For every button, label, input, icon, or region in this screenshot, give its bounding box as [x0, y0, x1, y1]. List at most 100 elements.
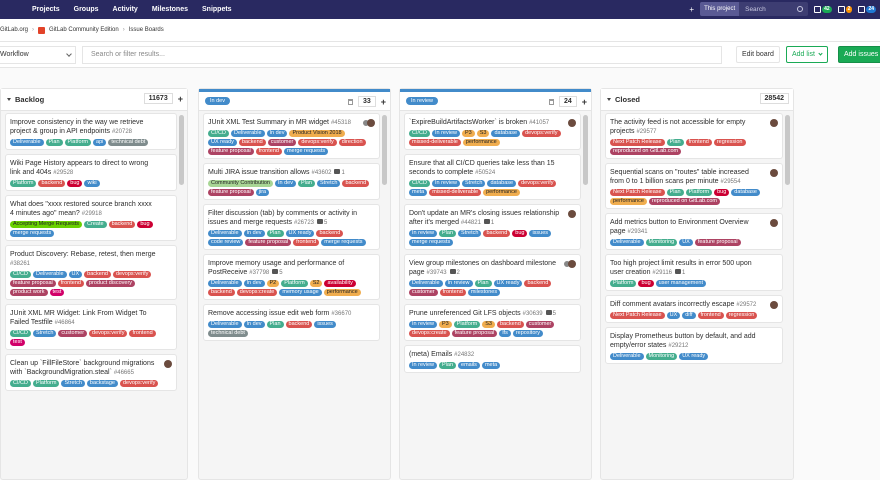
issue-label[interactable]: product discovery: [85, 280, 136, 287]
issue-label[interactable]: backend: [208, 289, 235, 296]
issue-label[interactable]: backend: [342, 180, 370, 187]
issue-label[interactable]: Plan: [266, 321, 284, 328]
issue-card[interactable]: Don't update an MR's closing issues rela…: [404, 204, 581, 250]
issue-label[interactable]: Stretch: [458, 230, 482, 237]
edit-board-button[interactable]: Edit board: [736, 46, 780, 63]
new-plus-icon[interactable]: +: [689, 5, 694, 14]
breadcrumb-group[interactable]: GitLab.org: [0, 27, 28, 33]
issue-label[interactable]: Next Patch Release: [610, 139, 665, 146]
issue-label[interactable]: backend: [108, 221, 136, 228]
card-title[interactable]: The activity feed is not accessible for …: [610, 118, 778, 137]
issue-label[interactable]: repository: [512, 330, 543, 337]
issue-label[interactable]: technical debt: [108, 139, 149, 146]
issue-label[interactable]: diff: [682, 312, 696, 319]
assignee-avatar[interactable]: [367, 119, 375, 127]
list-label[interactable]: In dev: [205, 97, 230, 105]
issue-label[interactable]: merge requests: [409, 239, 454, 246]
list-header[interactable]: Backlog 11673 +: [1, 89, 187, 111]
issue-label[interactable]: In review: [431, 130, 460, 137]
issue-label[interactable]: product work: [10, 289, 48, 296]
issue-label[interactable]: bug: [638, 280, 654, 287]
issue-label[interactable]: In review: [409, 362, 438, 369]
card-title[interactable]: Multi JIRA issue transition allows #4360…: [208, 168, 375, 178]
card-title[interactable]: Product Discovery: Rebase, retest, then …: [10, 250, 172, 269]
assignee-avatar[interactable]: [568, 119, 576, 127]
issue-label[interactable]: backend: [285, 321, 313, 328]
issue-label[interactable]: devops:verify: [89, 330, 128, 337]
issue-label[interactable]: CI/CD: [208, 130, 229, 137]
issue-label[interactable]: issues: [314, 321, 336, 328]
issue-title[interactable]: Wiki Page History appears to direct to w…: [10, 160, 148, 176]
issue-label[interactable]: frontend: [57, 280, 84, 287]
issue-label[interactable]: Stretch: [462, 180, 486, 187]
list-scrollbar[interactable]: [583, 115, 588, 185]
filter-input[interactable]: Search or filter results...: [82, 45, 722, 64]
issue-label[interactable]: Plan: [439, 230, 457, 237]
card-title[interactable]: Clean up `FillFileStore` background migr…: [10, 359, 172, 378]
card-title[interactable]: What does "xxxx restored source branch x…: [10, 200, 172, 219]
gitlab-logo[interactable]: [6, 0, 14, 19]
issue-label[interactable]: bug: [714, 189, 730, 196]
issue-title[interactable]: Diff comment avatars incorrectly escape: [610, 301, 734, 308]
issue-card[interactable]: The activity feed is not accessible for …: [605, 113, 783, 159]
issue-label[interactable]: code review: [208, 239, 244, 246]
issue-card[interactable]: Improve consistency in the way we retrie…: [5, 113, 177, 150]
issue-label[interactable]: test: [10, 339, 25, 346]
issue-card[interactable]: View group milestones on dashboard miles…: [404, 254, 581, 300]
issue-label[interactable]: performance: [483, 189, 520, 196]
issue-label[interactable]: In review: [409, 321, 438, 328]
issue-label[interactable]: devops:verify: [522, 130, 561, 137]
issue-label[interactable]: Accepting Merge Requests: [10, 221, 83, 228]
issue-label[interactable]: frontend: [697, 312, 724, 319]
issue-label[interactable]: In dev: [243, 280, 265, 287]
list-header[interactable]: In review 24 +: [400, 89, 591, 111]
collapse-caret-icon[interactable]: [7, 98, 11, 101]
nav-projects[interactable]: Projects: [32, 6, 60, 13]
search-input[interactable]: Search: [739, 6, 797, 13]
issue-card[interactable]: What does "xxxx restored source branch x…: [5, 195, 177, 241]
issue-label[interactable]: Deliverable: [409, 280, 443, 287]
issue-label[interactable]: issues: [529, 230, 552, 237]
trash-icon[interactable]: [347, 98, 353, 105]
issue-label[interactable]: feature proposal: [451, 330, 498, 337]
card-title[interactable]: `ExpireBuildArtifactsWorker` is broken #…: [409, 118, 576, 128]
issue-label[interactable]: In review: [431, 180, 460, 187]
breadcrumb-page[interactable]: Issue Boards: [129, 27, 164, 33]
issue-label[interactable]: availability: [324, 280, 356, 287]
issue-label[interactable]: regression: [725, 312, 758, 319]
issue-label[interactable]: Plan: [474, 280, 492, 287]
add-issues-button[interactable]: Add issues: [838, 46, 880, 63]
issue-card[interactable]: Display Prometheus button by default, an…: [605, 327, 783, 364]
issue-label[interactable]: performance: [462, 139, 500, 146]
issue-label[interactable]: feature proposal: [208, 148, 254, 155]
issue-label[interactable]: In review: [444, 280, 473, 287]
issue-label[interactable]: lfs: [499, 330, 511, 337]
issue-card[interactable]: Ensure that all CI/CD queries take less …: [404, 154, 581, 200]
issue-label[interactable]: meta: [409, 189, 428, 196]
issue-label[interactable]: Monitoring: [645, 239, 678, 246]
issue-label[interactable]: backend: [524, 280, 552, 287]
issue-label[interactable]: merge requests: [10, 230, 55, 237]
issue-label[interactable]: UX ready: [285, 230, 315, 237]
issue-label[interactable]: Create: [84, 221, 107, 228]
issue-card[interactable]: Prune unreferenced Git LFS objects #3063…: [404, 304, 581, 341]
card-title[interactable]: JUnit XML Test Summary in MR widget #453…: [208, 118, 375, 128]
issue-label[interactable]: devops:verify: [112, 271, 152, 278]
issue-card[interactable]: Filter discussion (tab) by comments or a…: [203, 204, 380, 250]
issue-title[interactable]: Remove accessing issue edit web form: [208, 310, 329, 317]
list-scrollbar[interactable]: [785, 115, 790, 185]
issue-card[interactable]: Too high project limit results in error …: [605, 254, 783, 291]
issue-label[interactable]: Deliverable: [610, 239, 644, 246]
issue-title[interactable]: Filter discussion (tab) by comments or a…: [208, 210, 357, 226]
issue-card[interactable]: Multi JIRA issue transition allows #4360…: [203, 163, 380, 200]
issue-label[interactable]: backend: [483, 230, 511, 237]
issue-label[interactable]: Next Patch Release: [610, 189, 665, 196]
issue-label[interactable]: devops:verify: [298, 139, 337, 146]
issue-label[interactable]: CI/CD: [10, 330, 31, 337]
issue-label[interactable]: missed-deliverable: [409, 139, 461, 146]
issue-label[interactable]: P3: [439, 321, 452, 328]
issue-label[interactable]: customer: [267, 139, 297, 146]
list-header[interactable]: Closed 28542: [601, 89, 793, 111]
list-scrollbar[interactable]: [382, 115, 387, 185]
issue-label[interactable]: api: [93, 139, 107, 146]
